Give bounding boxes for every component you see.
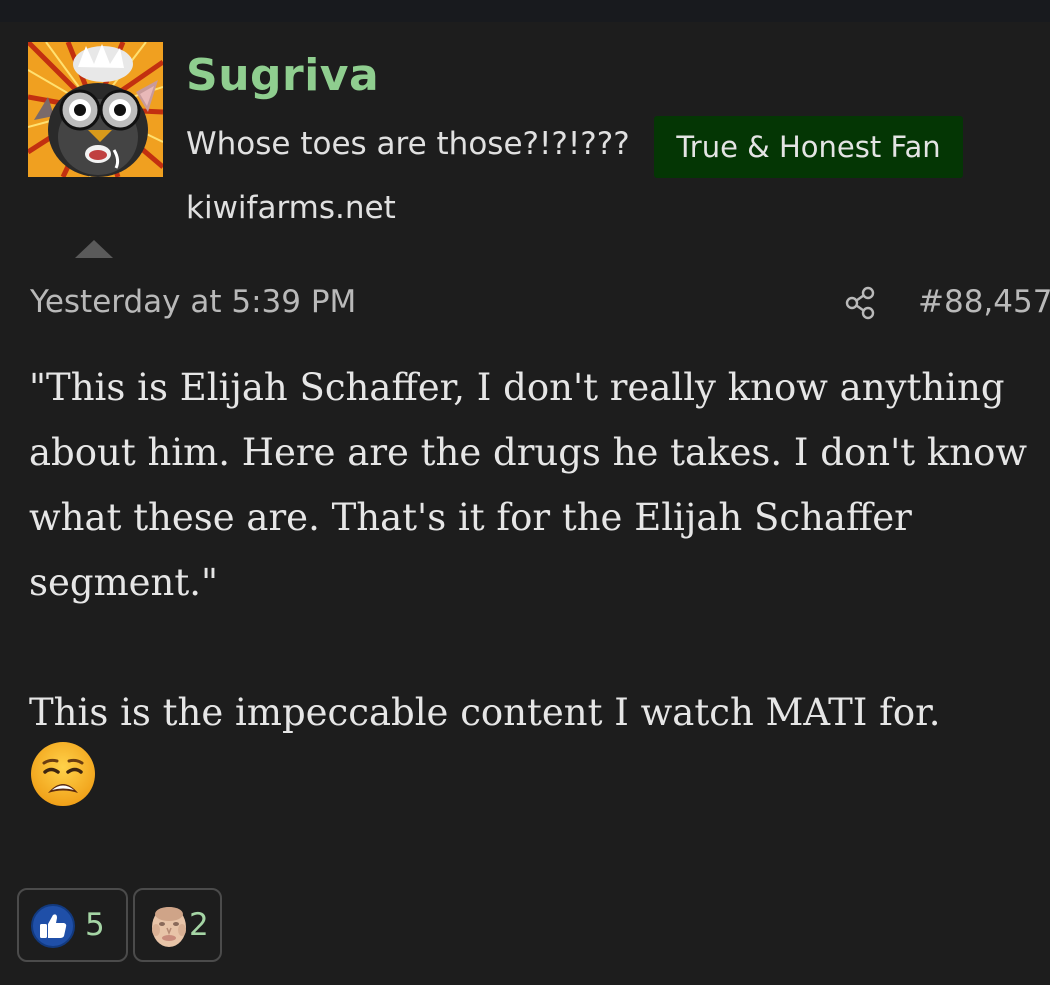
reaction-count: 5 <box>85 907 105 943</box>
post-paragraph: This is the impeccable content I watch M… <box>29 691 941 734</box>
share-icon[interactable] <box>844 286 878 320</box>
thumbs-up-icon <box>31 904 75 948</box>
post-paragraph: "This is Elijah Schaffer, I don't really… <box>29 366 1028 604</box>
username[interactable]: Sugriva <box>186 50 379 101</box>
user-banner: True & Honest Fan <box>654 116 963 178</box>
post-date[interactable]: Yesterday at 5:39 PM <box>30 284 356 320</box>
reaction-like-button[interactable]: 5 <box>17 888 128 962</box>
user-title: Whose toes are those?!?!??? <box>186 126 630 162</box>
reaction-face-button[interactable]: 2 <box>133 888 222 962</box>
collapse-arrow-icon[interactable] <box>75 240 113 258</box>
user-site: kiwifarms.net <box>186 190 396 226</box>
face-reaction-icon <box>152 907 186 947</box>
top-bar <box>0 0 1050 22</box>
weary-face-icon <box>31 742 95 806</box>
reaction-count: 2 <box>189 907 209 943</box>
user-avatar[interactable] <box>28 42 163 177</box>
furby-avatar-icon <box>28 42 163 177</box>
post-body: "This is Elijah Schaffer, I don't really… <box>29 355 1047 745</box>
post-number-link[interactable]: #88,457 <box>918 284 1050 320</box>
